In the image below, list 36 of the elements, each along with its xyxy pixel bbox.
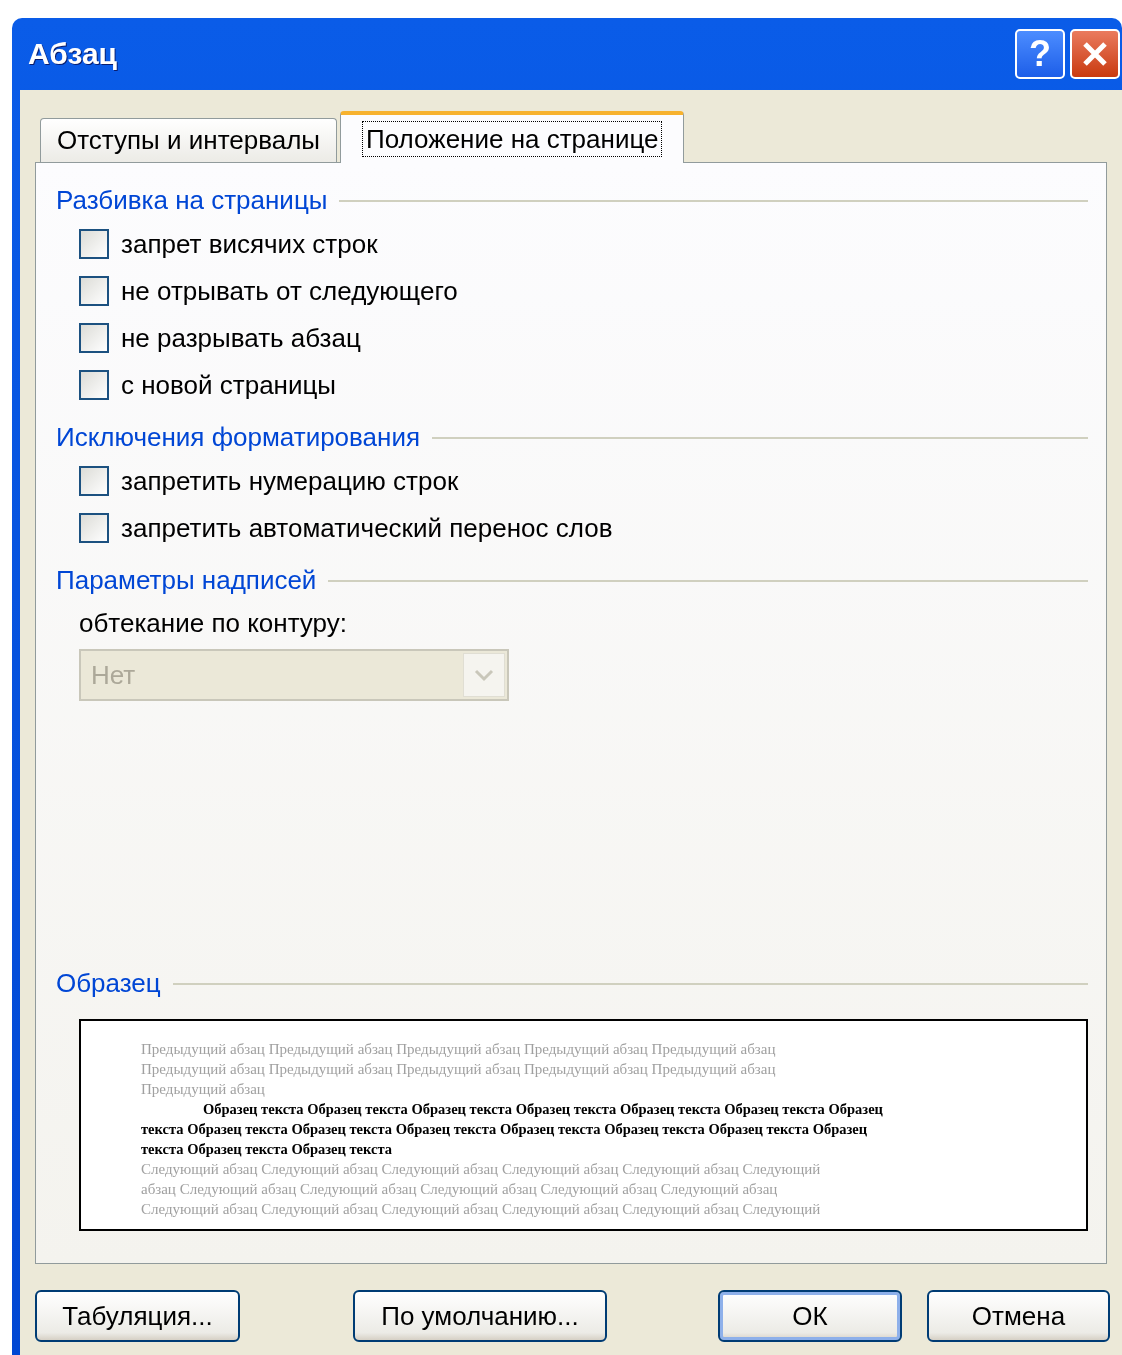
window-title: Абзац (28, 37, 119, 71)
dialog-button[interactable]: ОК (718, 1290, 902, 1342)
tab[interactable]: Отступы и интервалы (40, 118, 338, 162)
checkbox-label: не отрывать от следующего (121, 275, 458, 307)
preview-text-line: Следующий абзац Следующий абзац Следующий абзац Следующий абзац Следующий абзац Следующий (141, 1160, 822, 1179)
preview-text-line: Предыдущий абзац Предыдущий абзац Предыдущий абзац Предыдущий абзац Предыдущий абзац (141, 1060, 777, 1079)
checkbox-label: не разрывать абзац (121, 322, 361, 354)
section-title: Разбивка на страницы (56, 185, 328, 216)
section-title: Параметры надписей (56, 565, 317, 596)
preview-text-line: текста Образец текста Образец текста Образец текста Образец текста Образец текста Образец текста Образец (141, 1120, 869, 1139)
checkbox-label: с новой страницы (121, 369, 337, 401)
preview-text-line: абзац Следующий абзац Следующий абзац Следующий абзац Следующий абзац Следующий абзац (141, 1180, 779, 1199)
section-title: Исключения форматирования (56, 422, 420, 453)
preview-text-line: Образец текста Образец текста Образец текста Образец текста Образец текста Образец текста Образец (202, 1100, 884, 1119)
preview-text-line: Следующий абзац Следующий абзац Следующий абзац Следующий абзац Следующий абзац Следующий (141, 1200, 822, 1219)
checkbox[interactable] (79, 323, 109, 353)
checkbox[interactable] (79, 466, 109, 496)
close-button[interactable] (1070, 29, 1120, 79)
preview-text-line: Предыдущий абзац (141, 1080, 266, 1099)
checkbox[interactable] (79, 276, 109, 306)
checkbox[interactable] (79, 513, 109, 543)
preview-text-line: Предыдущий абзац Предыдущий абзац Предыдущий абзац Предыдущий абзац Предыдущий абзац (141, 1040, 777, 1059)
tab[interactable]: Положение на странице (340, 111, 685, 163)
checkbox-label: запретить нумерацию строк (121, 465, 459, 497)
preview-text-line: текста Образец текста Образец текста (141, 1140, 394, 1159)
dialog-button[interactable]: Отмена (927, 1290, 1110, 1342)
checkbox-label: запретить автоматический перенос слов (121, 512, 613, 544)
checkbox[interactable] (79, 370, 109, 400)
help-button[interactable]: ? (1015, 29, 1065, 79)
dialog-button[interactable]: По умолчанию... (353, 1290, 607, 1342)
dialog-button[interactable]: Табуляция... (35, 1290, 240, 1342)
checkbox[interactable] (79, 229, 109, 259)
field-label: обтекание по контуру: (79, 608, 348, 639)
chevron-down-icon (463, 653, 505, 697)
checkbox-label: запрет висячих строк (121, 228, 378, 260)
section-title: Образец (56, 968, 161, 999)
